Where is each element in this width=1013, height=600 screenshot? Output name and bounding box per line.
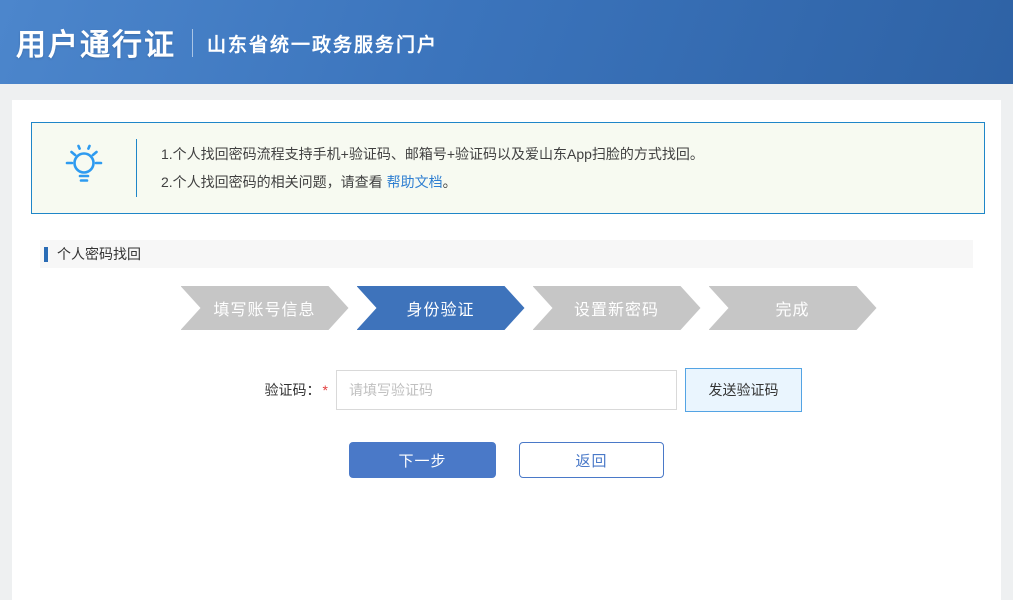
required-asterisk: * xyxy=(323,382,328,398)
section-title: 个人密码找回 xyxy=(57,244,141,264)
help-doc-link[interactable]: 帮助文档 xyxy=(387,174,443,190)
step-indicator: 填写账号信息 身份验证 设置新密码 完成 xyxy=(34,286,1013,330)
notice-line-2-text: 2.个人找回密码的相关问题，请查看 xyxy=(161,174,387,190)
notice-line-2-period: 。 xyxy=(443,174,457,190)
verification-code-label-text: 验证码： xyxy=(265,382,321,398)
notice-icon-zone xyxy=(32,143,136,194)
verification-code-form-row: 验证码：* 发送验证码 xyxy=(12,368,1001,412)
notice-line-1: 1.个人找回密码流程支持手机+验证码、邮箱号+验证码以及爱山东App扫脸的方式找… xyxy=(161,140,704,168)
page-header: 用户通行证 山东省统一政务服务门户 xyxy=(0,0,1013,84)
portal-subtitle: 山东省统一政务服务门户 xyxy=(207,30,438,57)
lightbulb-icon xyxy=(63,143,105,194)
verification-code-input[interactable] xyxy=(336,370,677,410)
step-set-new-password: 设置新密码 xyxy=(533,286,701,330)
step-fill-account-info: 填写账号信息 xyxy=(181,286,349,330)
send-code-button[interactable]: 发送验证码 xyxy=(685,368,802,412)
step-identity-verification: 身份验证 xyxy=(357,286,525,330)
back-button[interactable]: 返回 xyxy=(519,442,664,478)
action-buttons-row: 下一步 返回 xyxy=(12,442,1001,478)
brand-title: 用户通行证 xyxy=(16,20,176,64)
section-title-accent-bar xyxy=(44,247,48,262)
verification-code-label: 验证码：* xyxy=(211,380,328,400)
next-step-button[interactable]: 下一步 xyxy=(349,442,496,478)
notice-line-2: 2.个人找回密码的相关问题，请查看 帮助文档。 xyxy=(161,168,704,196)
header-divider xyxy=(192,29,193,57)
notice-box: 1.个人找回密码流程支持手机+验证码、邮箱号+验证码以及爱山东App扫脸的方式找… xyxy=(31,122,985,214)
section-title-row: 个人密码找回 xyxy=(40,240,973,268)
step-complete: 完成 xyxy=(709,286,877,330)
main-panel: 1.个人找回密码流程支持手机+验证码、邮箱号+验证码以及爱山东App扫脸的方式找… xyxy=(12,100,1001,600)
notice-text: 1.个人找回密码流程支持手机+验证码、邮箱号+验证码以及爱山东App扫脸的方式找… xyxy=(137,140,704,196)
